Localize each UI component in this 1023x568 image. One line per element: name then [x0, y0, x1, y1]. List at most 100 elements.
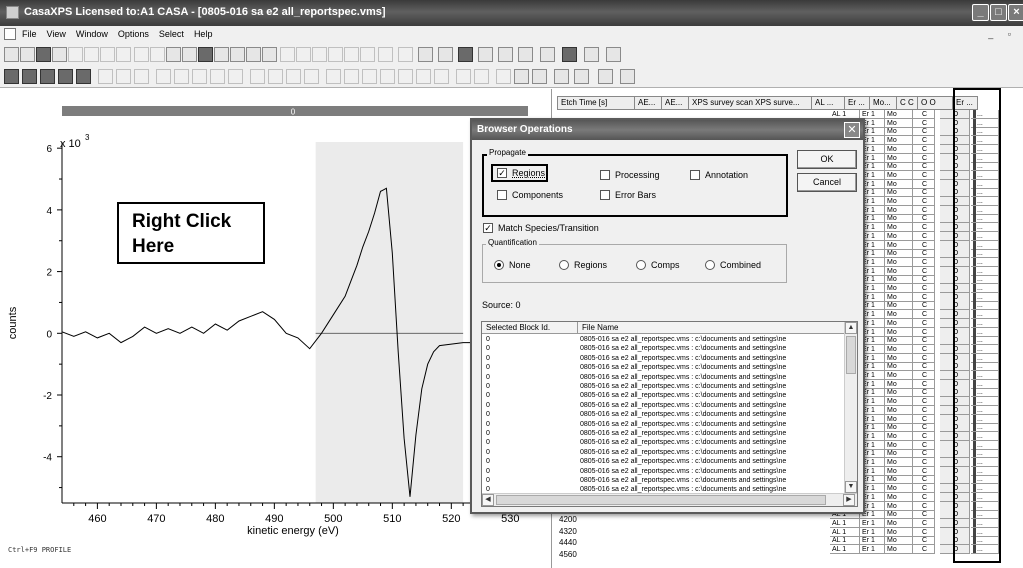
toolbar-button-icon[interactable] [98, 69, 113, 84]
toolbar-button-icon[interactable] [268, 69, 283, 84]
toolbar-button-icon[interactable] [286, 69, 301, 84]
toolbar-button-icon[interactable] [150, 47, 165, 62]
toolbar-button-icon[interactable] [456, 69, 471, 84]
toolbar-button-icon[interactable] [20, 47, 35, 62]
toolbar-button-icon[interactable] [280, 47, 295, 62]
toolbar-button-icon[interactable] [344, 47, 359, 62]
toolbar-button-icon[interactable] [182, 47, 197, 62]
toolbar-button-icon[interactable] [598, 69, 613, 84]
list-header-file-name[interactable]: File Name [578, 322, 845, 334]
processing-checkbox[interactable]: Processing [600, 170, 660, 180]
scroll-down-icon[interactable]: ▼ [845, 481, 857, 493]
block-list[interactable]: Selected Block Id. File Name 0 0805-016 s… [481, 321, 858, 507]
toolbar-button-icon[interactable] [514, 69, 529, 84]
components-checkbox[interactable]: Components [497, 190, 563, 200]
toolbar-button-icon[interactable] [22, 69, 37, 84]
toolbar-button-icon[interactable] [296, 47, 311, 62]
match-species-checkbox[interactable]: ✓ Match Species/Transition [483, 223, 599, 233]
toolbar-button-icon[interactable] [532, 69, 547, 84]
toolbar-button-icon[interactable] [214, 47, 229, 62]
toolbar-button-icon[interactable] [312, 47, 327, 62]
toolbar-button-icon[interactable] [584, 47, 599, 62]
toolbar-button-icon[interactable] [4, 69, 19, 84]
vertical-scrollbar[interactable]: ▲ ▼ [844, 322, 857, 494]
minimize-icon[interactable]: _ [972, 4, 989, 21]
toolbar-button-icon[interactable] [378, 47, 393, 62]
toolbar-button-icon[interactable] [134, 69, 149, 84]
toolbar-button-icon[interactable] [344, 69, 359, 84]
toolbar-button-icon[interactable] [328, 47, 343, 62]
toolbar-button-icon[interactable] [156, 69, 171, 84]
menu-window[interactable]: Window [76, 29, 108, 39]
toolbar-button-icon[interactable] [398, 69, 413, 84]
toolbar-button-icon[interactable] [398, 47, 413, 62]
toolbar-button-icon[interactable] [166, 47, 181, 62]
toolbar-button-icon[interactable] [540, 47, 555, 62]
toolbar-button-icon[interactable] [174, 69, 189, 84]
column-header[interactable]: Mo... [869, 96, 897, 110]
regions-checkbox[interactable]: ✓ Regions [497, 168, 545, 178]
annotation-checkbox[interactable]: Annotation [690, 170, 748, 180]
toolbar-button-icon[interactable] [230, 47, 245, 62]
toolbar-button-icon[interactable] [496, 69, 511, 84]
toolbar-button-icon[interactable] [304, 69, 319, 84]
toolbar-button-icon[interactable] [620, 69, 635, 84]
radio-none[interactable]: None [494, 260, 531, 270]
toolbar-button-icon[interactable] [68, 47, 83, 62]
radio-regions[interactable]: Regions [559, 260, 607, 270]
horizontal-scrollbar[interactable]: ◀ ▶ [482, 493, 857, 506]
column-header[interactable]: Etch Time [s] [557, 96, 635, 110]
column-header[interactable]: C C [896, 96, 918, 110]
error-bars-checkbox[interactable]: Error Bars [600, 190, 656, 200]
scroll-right-icon[interactable]: ▶ [843, 494, 855, 506]
column-header[interactable]: AE... [634, 96, 662, 110]
document-icon[interactable] [4, 28, 16, 40]
toolbar-button-icon[interactable] [562, 47, 577, 62]
scroll-thumb[interactable] [846, 336, 856, 374]
toolbar-button-icon[interactable] [246, 47, 261, 62]
toolbar-button-icon[interactable] [262, 47, 277, 62]
toolbar-button-icon[interactable] [606, 47, 621, 62]
toolbar-button-icon[interactable] [434, 69, 449, 84]
hscroll-thumb[interactable] [496, 495, 826, 505]
toolbar-button-icon[interactable] [574, 69, 589, 84]
list-header-block-id[interactable]: Selected Block Id. [482, 322, 578, 334]
radio-combined[interactable]: Combined [705, 260, 761, 270]
toolbar-button-icon[interactable] [360, 47, 375, 62]
scroll-left-icon[interactable]: ◀ [482, 494, 494, 506]
toolbar-button-icon[interactable] [474, 69, 489, 84]
toolbar-button-icon[interactable] [326, 69, 341, 84]
column-header[interactable]: O O [917, 96, 953, 110]
toolbar-button-icon[interactable] [198, 47, 213, 62]
toolbar-button-icon[interactable] [4, 47, 19, 62]
column-header[interactable]: AL ... [811, 96, 845, 110]
toolbar-button-icon[interactable] [84, 47, 99, 62]
close-icon[interactable]: × [1008, 4, 1023, 21]
column-header[interactable]: Er ... [844, 96, 870, 110]
menu-help[interactable]: Help [194, 29, 213, 39]
menu-select[interactable]: Select [159, 29, 184, 39]
ok-button[interactable]: OK [797, 150, 857, 169]
toolbar-button-icon[interactable] [58, 69, 73, 84]
toolbar-button-icon[interactable] [192, 69, 207, 84]
toolbar-button-icon[interactable] [134, 47, 149, 62]
column-header[interactable]: XPS survey scan XPS surve... [688, 96, 812, 110]
toolbar-button-icon[interactable] [76, 69, 91, 84]
column-header[interactable]: AE... [661, 96, 689, 110]
toolbar-button-icon[interactable] [418, 47, 433, 62]
scroll-up-icon[interactable]: ▲ [845, 322, 857, 334]
toolbar-button-icon[interactable] [554, 69, 569, 84]
toolbar-button-icon[interactable] [228, 69, 243, 84]
toolbar-button-icon[interactable] [100, 47, 115, 62]
toolbar-button-icon[interactable] [250, 69, 265, 84]
toolbar-button-icon[interactable] [116, 69, 131, 84]
toolbar-button-icon[interactable] [52, 47, 67, 62]
menu-file[interactable]: File [22, 29, 37, 39]
cancel-button[interactable]: Cancel [797, 173, 857, 192]
toolbar-button-icon[interactable] [498, 47, 513, 62]
menu-view[interactable]: View [47, 29, 66, 39]
toolbar-button-icon[interactable] [416, 69, 431, 84]
toolbar-button-icon[interactable] [518, 47, 533, 62]
toolbar-button-icon[interactable] [40, 69, 55, 84]
toolbar-button-icon[interactable] [438, 47, 453, 62]
